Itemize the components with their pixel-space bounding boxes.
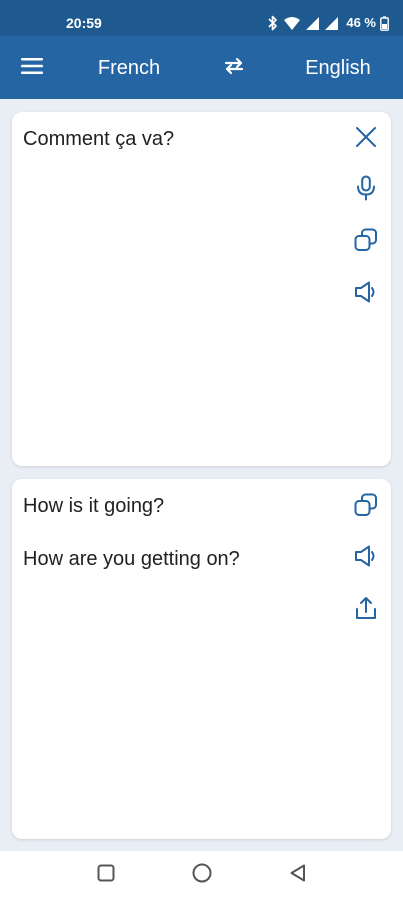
copy-icon — [354, 493, 378, 517]
speaker-icon — [354, 545, 378, 567]
translation-alternative: How are you getting on? — [23, 548, 240, 570]
app-bar: French English — [0, 36, 403, 99]
speak-source-button[interactable] — [348, 274, 384, 310]
wifi-icon — [283, 15, 301, 31]
swap-languages-button[interactable] — [212, 50, 256, 86]
status-bar: 20:59 46 % — [0, 0, 403, 36]
home-button[interactable] — [184, 857, 220, 893]
microphone-icon — [356, 175, 376, 201]
system-nav-bar — [0, 851, 403, 900]
menu-icon — [21, 57, 43, 79]
bluetooth-icon — [267, 15, 279, 31]
speak-translation-button[interactable] — [348, 538, 384, 574]
translation-card: How is it going? How are you getting on? — [12, 479, 391, 839]
swap-icon — [223, 57, 245, 80]
back-triangle-icon — [289, 864, 307, 887]
home-circle-icon — [192, 863, 212, 888]
close-icon — [355, 126, 377, 148]
recents-square-icon — [97, 864, 115, 887]
source-text-input[interactable]: Comment ça va? — [23, 126, 333, 152]
battery-icon — [380, 15, 389, 31]
voice-input-button[interactable] — [348, 170, 384, 206]
speaker-icon — [354, 281, 378, 303]
share-translation-button[interactable] — [348, 590, 384, 626]
copy-source-button[interactable] — [348, 222, 384, 258]
translation-primary: How is it going? — [23, 495, 165, 517]
source-text-card: Comment ça va? — [12, 112, 391, 466]
signal-icon — [324, 16, 339, 31]
source-language-button[interactable]: French — [80, 50, 178, 86]
signal-icon — [305, 16, 320, 31]
menu-button[interactable] — [10, 50, 54, 86]
recents-button[interactable] — [88, 857, 124, 893]
clear-button[interactable] — [348, 119, 384, 155]
copy-icon — [354, 228, 378, 252]
battery-percentage: 46 % — [346, 15, 376, 30]
back-button[interactable] — [280, 857, 316, 893]
status-icons: 46 % — [267, 14, 389, 32]
share-icon — [355, 596, 377, 620]
copy-translation-button[interactable] — [348, 487, 384, 523]
status-time: 20:59 — [66, 15, 102, 31]
target-language-button[interactable]: English — [290, 50, 386, 86]
